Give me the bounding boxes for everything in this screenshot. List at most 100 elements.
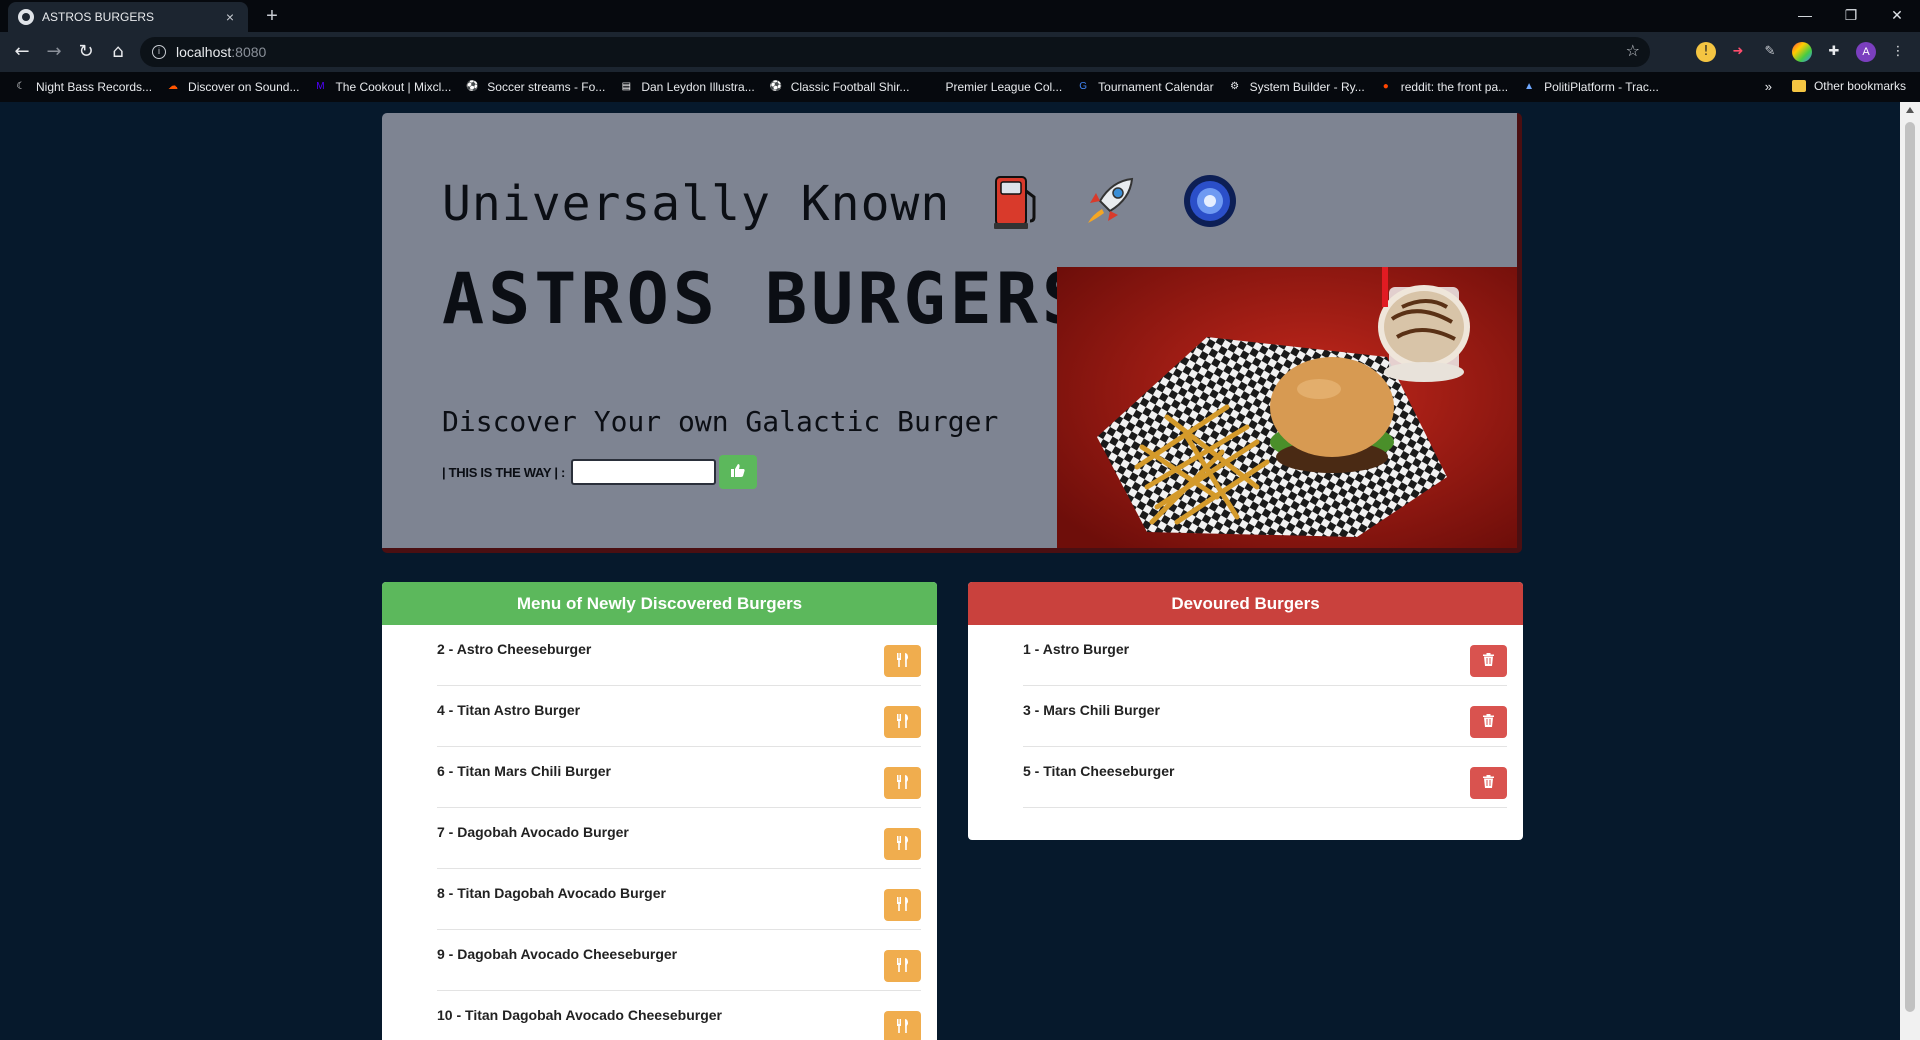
scroll-up-arrow-icon[interactable]: [1906, 107, 1914, 113]
restore-button[interactable]: ❐: [1828, 0, 1874, 30]
bookmark-item[interactable]: ☁ Discover on Sound...: [166, 80, 299, 94]
bookmark-label: reddit: the front pa...: [1400, 80, 1509, 94]
mixcloud-icon: M: [316, 81, 325, 92]
list-item: 2 - Astro Cheeseburger: [437, 625, 921, 686]
list-item: 10 - Titan Dagobah Avocado Cheeseburger: [437, 991, 921, 1040]
trash-icon: [1483, 653, 1494, 669]
minimize-button[interactable]: —: [1782, 0, 1828, 30]
extension-1-icon[interactable]: !: [1696, 42, 1716, 62]
browser-toolbar: ← → ↻ ⌂ i localhost :8080 ☆ ! ➜ ✎ ✚ A ⋮: [0, 32, 1920, 72]
bookmark-label: Dan Leydon Illustra...: [641, 80, 755, 94]
bookmark-item[interactable]: ▲ PolitiPlatform - Trac...: [1522, 80, 1659, 94]
reddit-icon: ●: [1382, 81, 1389, 92]
delete-burger-button[interactable]: [1470, 706, 1507, 738]
menu-panel-heading: Menu of Newly Discovered Burgers: [382, 582, 937, 625]
url-port: :8080: [231, 44, 267, 60]
forward-arrow-icon[interactable]: →: [40, 38, 68, 66]
list-item: 4 - Titan Astro Burger: [437, 686, 921, 747]
bookmark-item[interactable]: ☾ Night Bass Records...: [14, 80, 153, 94]
burger-name: 10 - Titan Dagobah Avocado Cheeseburger: [437, 1007, 722, 1023]
extension-2-icon[interactable]: ➜: [1728, 42, 1748, 62]
utensils-icon: [896, 713, 909, 731]
hero-tagline: Universally Known: [442, 173, 1238, 241]
utensils-icon: [896, 774, 909, 792]
devour-burger-button[interactable]: [884, 645, 921, 677]
hero-jumbotron: Universally Known ASTROS BURGERS Discove…: [382, 113, 1522, 553]
devour-burger-button[interactable]: [884, 828, 921, 860]
bookmark-item[interactable]: ⚽ Classic Football Shir...: [769, 80, 910, 94]
burger-form-label: | THIS IS THE WAY | :: [442, 464, 566, 480]
platform-icon: ▲: [1524, 81, 1535, 92]
devour-burger-button[interactable]: [884, 889, 921, 921]
bookmark-label: Soccer streams - Fo...: [487, 80, 606, 94]
extension-4-icon[interactable]: [1792, 42, 1812, 62]
bookmark-item[interactable]: ▤ Dan Leydon Illustra...: [619, 80, 755, 94]
devour-burger-button[interactable]: [884, 706, 921, 738]
devoured-panel-heading: Devoured Burgers: [968, 582, 1523, 625]
burger-name: 7 - Dagobah Avocado Burger: [437, 824, 629, 840]
burger-name: 2 - Astro Cheeseburger: [437, 641, 592, 657]
bookmark-label: PolitiPlatform - Trac...: [1544, 80, 1659, 94]
back-arrow-icon[interactable]: ←: [8, 38, 36, 66]
burger-basket-image: [1057, 267, 1517, 548]
devour-burger-button[interactable]: [884, 767, 921, 799]
galaxy-icon: [1182, 173, 1238, 241]
devoured-list: 1 - Astro Burger 3 - Mars Chili Burger 5 -…: [968, 625, 1523, 808]
google-icon: G: [1079, 81, 1088, 92]
bookmark-label: Classic Football Shir...: [790, 80, 910, 94]
profile-avatar[interactable]: A: [1856, 42, 1876, 62]
burger-name-input[interactable]: [571, 459, 717, 485]
reload-icon[interactable]: ↻: [72, 38, 100, 66]
extensions-puzzle-icon[interactable]: ✚: [1824, 42, 1844, 62]
trash-icon: [1483, 775, 1494, 791]
burger-name: 8 - Titan Dagobah Avocado Burger: [437, 885, 666, 901]
bookmark-item[interactable]: ⚽ Soccer streams - Fo...: [465, 80, 605, 94]
bookmarks-overflow-button[interactable]: »: [1765, 79, 1772, 94]
burger-name: 9 - Dagobah Avocado Cheeseburger: [437, 946, 678, 962]
bookmark-star-icon[interactable]: ☆: [1626, 41, 1640, 60]
page-viewport: Universally Known ASTROS BURGERS Discove…: [0, 102, 1900, 1040]
bookmark-item[interactable]: Premier League Col...: [923, 80, 1062, 94]
devoured-panel: Devoured Burgers 1 - Astro Burger 3 - Mar…: [968, 582, 1523, 840]
utensils-icon: [896, 652, 909, 670]
devour-burger-button[interactable]: [884, 1011, 921, 1040]
trash-icon: [1483, 714, 1494, 730]
scrollbar-thumb[interactable]: [1905, 122, 1915, 1012]
bookmark-item[interactable]: ⚙ System Builder - Ry...: [1228, 80, 1365, 94]
delete-burger-button[interactable]: [1470, 767, 1507, 799]
active-tab[interactable]: ASTROS BURGERS ×: [8, 2, 248, 32]
list-item: 3 - Mars Chili Burger: [1023, 686, 1507, 747]
blank-icon: [923, 80, 937, 94]
bookmark-item[interactable]: G Tournament Calendar: [1076, 80, 1213, 94]
delete-burger-button[interactable]: [1470, 645, 1507, 677]
bookmark-label: Premier League Col...: [945, 80, 1063, 94]
address-bar[interactable]: i localhost :8080 ☆: [140, 37, 1650, 67]
soccer-ball-icon: ⚽: [466, 81, 479, 92]
site-info-icon[interactable]: i: [152, 45, 166, 59]
bookmark-item[interactable]: ● reddit: the front pa...: [1379, 80, 1508, 94]
fuel-pump-icon: [994, 173, 1038, 241]
submit-burger-button[interactable]: [719, 455, 758, 489]
thumbs-up-icon: [731, 463, 745, 481]
browser-menu-icon[interactable]: ⋮: [1888, 42, 1908, 62]
hero-subtitle: Discover Your own Galactic Burger: [442, 405, 999, 438]
tab-title: ASTROS BURGERS: [42, 10, 155, 24]
burger-name: 1 - Astro Burger: [1023, 641, 1130, 657]
bookmark-label: Night Bass Records...: [36, 80, 153, 94]
bookmark-label: System Builder - Ry...: [1249, 80, 1365, 94]
other-bookmarks-button[interactable]: Other bookmarks: [1791, 79, 1906, 93]
soundcloud-icon: ☁: [168, 81, 179, 92]
bookmark-label: The Cookout | Mixcl...: [335, 80, 452, 94]
new-tab-button[interactable]: +: [260, 4, 284, 28]
close-window-button[interactable]: ✕: [1874, 0, 1920, 30]
page-scrollbar[interactable]: [1900, 102, 1920, 1040]
extension-3-icon[interactable]: ✎: [1760, 42, 1780, 62]
bookmarks-bar: ☾ Night Bass Records... ☁ Discover on Sound…: [0, 72, 1920, 102]
other-bookmarks-label: Other bookmarks: [1813, 79, 1906, 93]
devour-burger-button[interactable]: [884, 950, 921, 982]
moon-icon: ☾: [16, 81, 26, 92]
bookmark-item[interactable]: M The Cookout | Mixcl...: [313, 80, 451, 94]
tab-close-icon[interactable]: ×: [222, 9, 238, 25]
tab-strip: ASTROS BURGERS × + — ❐ ✕: [0, 0, 1920, 32]
home-icon[interactable]: ⌂: [104, 38, 132, 66]
